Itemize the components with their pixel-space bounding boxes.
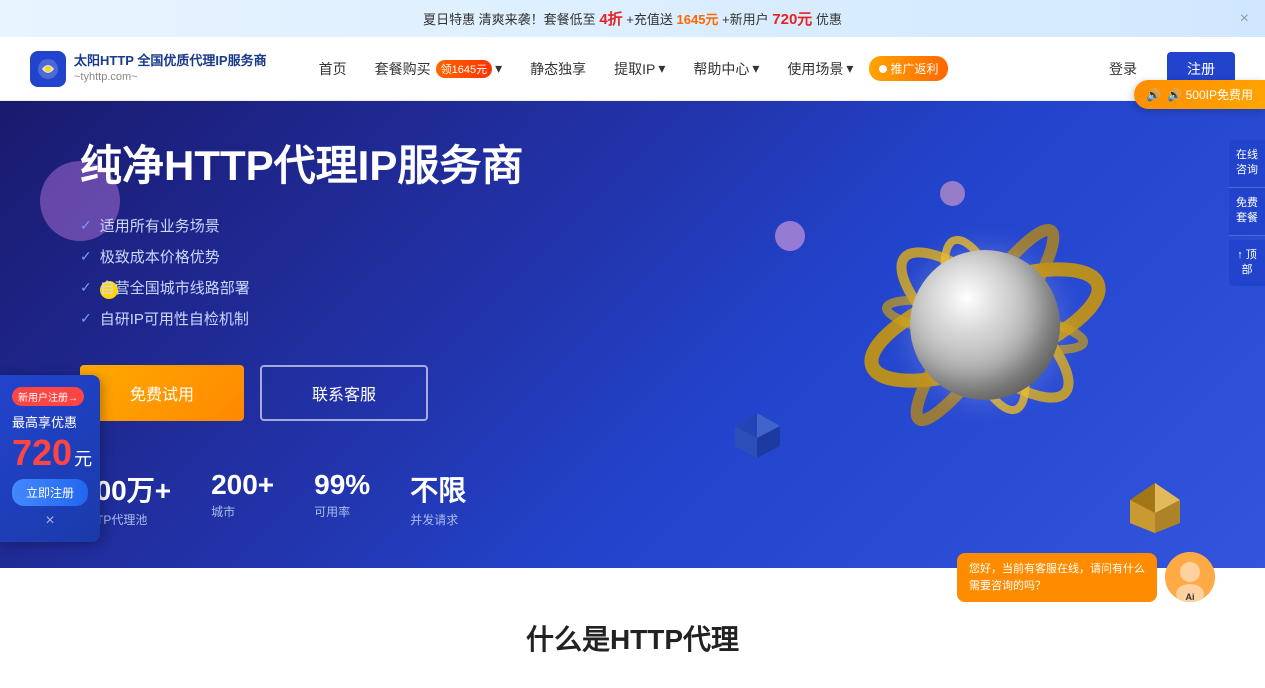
nav-help[interactable]: 帮助中心 ▾: [681, 53, 771, 85]
back-to-top-button[interactable]: ↑ 顶部: [1229, 240, 1265, 287]
nav-packages[interactable]: 套餐购买 领1645元 ▾: [363, 53, 515, 85]
popup-close-button[interactable]: ×: [12, 512, 88, 530]
popup-amount: 720: [12, 435, 72, 471]
free-ip-button[interactable]: 🔊 🔊 500IP免费用: [1134, 80, 1265, 109]
ai-assistant: 您好，当前有客服在线，请问有什么需要咨询的吗？ Ai: [957, 552, 1215, 602]
nav-home[interactable]: 首页: [307, 53, 359, 85]
banner-discount: 4折: [599, 11, 622, 28]
hero-content: 纯净HTTP代理IP服务商 ✓ 适用所有业务场景 ✓ 极致成本价格优势 ✓ 自营…: [80, 141, 1185, 528]
banner-close-button[interactable]: ×: [1240, 10, 1249, 28]
navbar: 太阳HTTP 全国优质代理IP服务商 ~tyhttp.com~ 首页 套餐购买 …: [0, 37, 1265, 101]
side-panel: 在线 咨询 免费 套餐 ↑ 顶部: [1229, 140, 1265, 286]
popup-unit: 元: [74, 445, 92, 471]
banner-text-prefix: 夏日特惠 清爽来袭！套餐低至: [423, 12, 596, 27]
consult-button[interactable]: 在线 咨询: [1229, 140, 1265, 188]
contact-button[interactable]: 联系客服: [260, 365, 428, 421]
check-icon-1: ✓: [80, 217, 92, 234]
banner-bonus: 1645元: [677, 12, 719, 27]
logo-text: 太阳HTTP 全国优质代理IP服务商 ~tyhttp.com~: [74, 53, 267, 84]
popup-amount-area: 720 元: [12, 435, 88, 471]
section-title: 什么是HTTP代理: [0, 618, 1265, 658]
stat-cities: 200+ 城市: [211, 469, 274, 528]
banner-new-user: 720元: [772, 11, 812, 28]
stat-availability: 99% 可用率: [314, 469, 370, 528]
ai-avatar[interactable]: Ai: [1165, 552, 1215, 602]
packages-badge: 领1645元: [436, 60, 492, 78]
check-icon-4: ✓: [80, 310, 92, 327]
feature-4: ✓ 自研IP可用性自检机制: [80, 308, 1185, 329]
banner-text-end: +新用户: [722, 12, 769, 27]
stat-concurrent: 不限 并发请求: [410, 469, 466, 528]
nav-use-case[interactable]: 使用场景 ▾: [775, 53, 865, 85]
hero-section: 纯净HTTP代理IP服务商 ✓ 适用所有业务场景 ✓ 极致成本价格优势 ✓ 自营…: [0, 101, 1265, 568]
top-banner: 夏日特惠 清爽来袭！套餐低至 4折 +充值送 1645元 +新用户 720元 优…: [0, 0, 1265, 37]
new-user-popup: 新用户注册→ 最高享优惠 720 元 立即注册 ×: [0, 375, 100, 542]
hero-stats: 900万+ HTTP代理池 200+ 城市 99% 可用率 不限 并发请求: [80, 469, 1185, 528]
logo-icon: [30, 51, 66, 87]
chevron-down-icon-3: ▾: [752, 60, 759, 77]
hero-buttons: 免费试用 联系客服: [80, 365, 1185, 421]
nav-static[interactable]: 静态独享: [518, 53, 598, 85]
hero-features: ✓ 适用所有业务场景 ✓ 极致成本价格优势 ✓ 自营全国城市线路部署 ✓ 自研I…: [80, 215, 1185, 329]
nav-extract[interactable]: 提取IP ▾: [602, 53, 677, 85]
svg-text:Ai: Ai: [1186, 592, 1195, 602]
check-icon-3: ✓: [80, 279, 92, 296]
free-trial-button[interactable]: 免费试用: [80, 365, 244, 421]
banner-text-mid: +充值送: [626, 12, 673, 27]
logo[interactable]: 太阳HTTP 全国优质代理IP服务商 ~tyhttp.com~: [30, 51, 267, 87]
popup-label: 最高享优惠: [12, 412, 88, 431]
hero-title: 纯净HTTP代理IP服务商: [80, 141, 1185, 191]
nav-items: 首页 套餐购买 领1645元 ▾ 静态独享 提取IP ▾ 帮助中心 ▾ 使用场景…: [307, 53, 1089, 85]
popup-tag: 新用户注册→: [12, 387, 84, 406]
ai-bubble[interactable]: 您好，当前有客服在线，请问有什么需要咨询的吗？: [957, 553, 1157, 602]
promo-dot-icon: [879, 65, 887, 73]
chevron-down-icon-2: ▾: [658, 60, 665, 77]
check-icon-2: ✓: [80, 248, 92, 265]
speaker-icon: 🔊: [1146, 88, 1161, 102]
chevron-down-icon-4: ▾: [846, 60, 853, 77]
popup-register-button[interactable]: 立即注册: [12, 479, 88, 506]
nav-promo[interactable]: 推广返利: [869, 56, 948, 81]
feature-1: ✓ 适用所有业务场景: [80, 215, 1185, 236]
banner-text-suffix: 优惠: [816, 12, 842, 27]
free-package-button[interactable]: 免费 套餐: [1229, 188, 1265, 236]
chevron-down-icon: ▾: [495, 60, 502, 77]
feature-3: ✓ 自营全国城市线路部署: [80, 277, 1185, 298]
feature-2: ✓ 极致成本价格优势: [80, 246, 1185, 267]
